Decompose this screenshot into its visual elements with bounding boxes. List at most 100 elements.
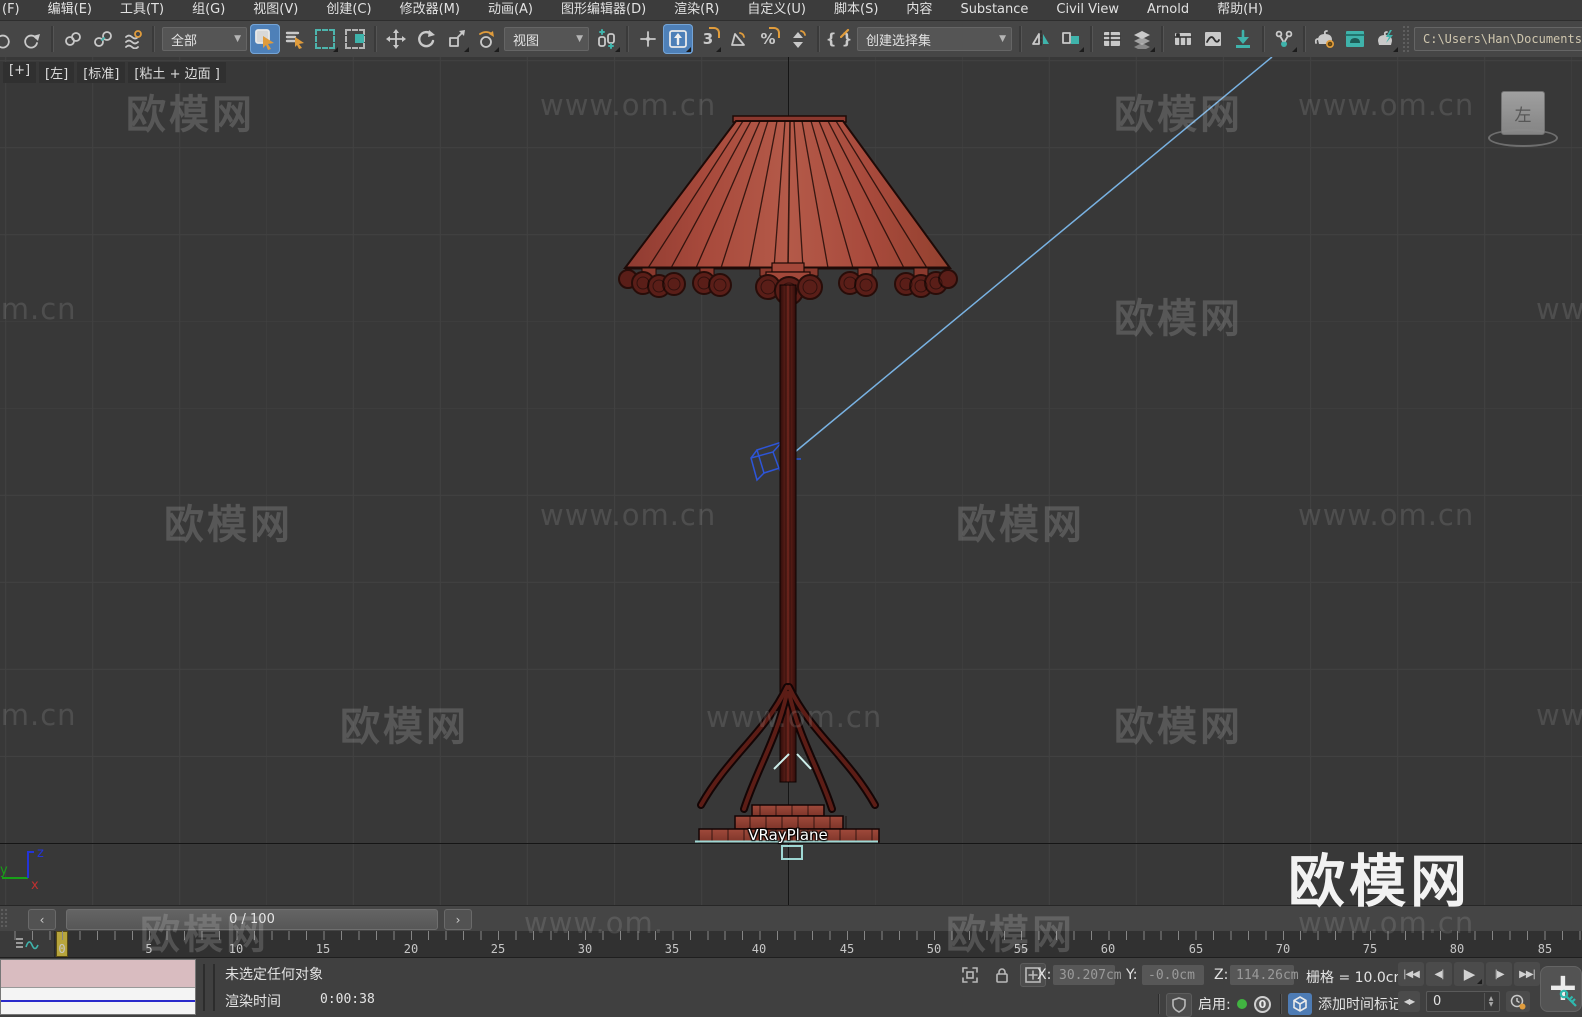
time-slider[interactable]: 0 / 100 bbox=[66, 909, 438, 930]
menu-item[interactable]: 工具(T) bbox=[106, 0, 178, 20]
time-configuration-button[interactable] bbox=[1506, 991, 1530, 1012]
menu-item[interactable]: Substance bbox=[946, 0, 1042, 20]
menu-item[interactable]: 内容 bbox=[892, 0, 946, 20]
ruler-frame-number: 10 bbox=[228, 942, 244, 956]
select-and-rotate-button[interactable] bbox=[411, 24, 441, 54]
menu-bar: (F) 编辑(E) 工具(T) 组(G) 视图(V) 创建(C) 修改器(M) 动画(A) 图形… bbox=[0, 0, 1582, 21]
next-frame-key-button[interactable]: |▶ bbox=[1486, 962, 1512, 986]
selection-filter-dropdown[interactable]: 全部 ▼ bbox=[162, 27, 247, 51]
toolbar-grip[interactable] bbox=[1402, 25, 1409, 53]
menu-item[interactable]: (F) bbox=[0, 0, 34, 20]
shield-icon[interactable] bbox=[1166, 993, 1192, 1017]
redo-icon[interactable] bbox=[17, 24, 47, 54]
add-key-button[interactable]: + bbox=[1540, 965, 1582, 1012]
render-setup-button[interactable] bbox=[1310, 24, 1340, 54]
select-and-link-icon[interactable] bbox=[58, 24, 88, 54]
select-and-move-button[interactable] bbox=[381, 24, 411, 54]
viewport-pov-menu[interactable]: [左] bbox=[39, 62, 75, 83]
go-to-start-button[interactable]: |◀◀ bbox=[1398, 962, 1424, 986]
curve-editor-button[interactable] bbox=[1198, 24, 1228, 54]
isolate-selection-icon[interactable] bbox=[958, 964, 982, 986]
menu-item[interactable]: 帮助(H) bbox=[1203, 0, 1277, 20]
mirror-button[interactable] bbox=[1026, 24, 1056, 54]
time-tag-cube-icon[interactable] bbox=[1288, 993, 1312, 1015]
menu-item[interactable]: Arnold bbox=[1133, 0, 1203, 20]
next-frame-button[interactable]: › bbox=[444, 909, 472, 930]
menu-item[interactable]: 脚本(S) bbox=[820, 0, 892, 20]
rectangular-selection-region-button[interactable] bbox=[310, 24, 340, 54]
render-production-button[interactable] bbox=[1370, 24, 1400, 54]
menu-item[interactable]: 修改器(M) bbox=[386, 0, 474, 20]
align-button[interactable] bbox=[1056, 24, 1086, 54]
listener-macro-pane[interactable] bbox=[1, 960, 195, 988]
y-coordinate-field[interactable]: -0.0cm bbox=[1142, 965, 1204, 985]
toolbar-grip[interactable] bbox=[0, 908, 8, 929]
listener-script-pane[interactable] bbox=[1, 988, 195, 1014]
world-axis-tripod: y z x bbox=[0, 847, 44, 893]
svg-text:x: x bbox=[31, 878, 39, 893]
key-mode-toggle-button[interactable]: ◀▶ bbox=[1398, 991, 1420, 1012]
track-bar[interactable]: 0 5 10 15 20 25 30 35 40 45 50 55 60 65 70 75 80 85 bbox=[0, 931, 1582, 958]
menu-item[interactable]: 组(G) bbox=[178, 0, 239, 20]
frame-spinner[interactable]: ▲ ▼ bbox=[1484, 993, 1497, 1010]
viewport-general-menu[interactable]: [+] bbox=[3, 62, 37, 83]
toolbar-separator bbox=[626, 26, 629, 52]
select-and-scale-button[interactable] bbox=[441, 24, 471, 54]
rendered-frame-window-button[interactable] bbox=[1340, 24, 1370, 54]
ruler-frame-number: 70 bbox=[1275, 942, 1291, 956]
menu-item[interactable]: 动画(A) bbox=[474, 0, 547, 20]
menu-item[interactable]: 自定义(U) bbox=[733, 0, 820, 20]
viewport-standard-menu[interactable]: [标准] bbox=[77, 62, 126, 83]
edit-named-selection-sets-button[interactable]: { } bbox=[824, 24, 854, 54]
toggle-ribbon-button[interactable] bbox=[1168, 24, 1198, 54]
z-coordinate-field[interactable]: 114.26cm bbox=[1230, 965, 1299, 985]
percent-snap-toggle-button[interactable]: % bbox=[753, 24, 783, 54]
menu-item[interactable]: 视图(V) bbox=[239, 0, 312, 20]
timeline-ruler[interactable]: 0 5 10 15 20 25 30 35 40 45 50 55 60 65 70 75 80 85 bbox=[0, 931, 1582, 957]
menu-item[interactable]: 图形编辑器(D) bbox=[547, 0, 660, 20]
ruler-frame-number: 30 bbox=[577, 942, 593, 956]
window-crossing-toggle-button[interactable] bbox=[340, 24, 370, 54]
selection-lock-icon[interactable] bbox=[990, 964, 1014, 986]
toggle-layer-explorer-button[interactable] bbox=[1127, 24, 1157, 54]
angle-snap-toggle-button[interactable] bbox=[723, 24, 753, 54]
reference-coordinate-system-dropdown[interactable]: 视图 ▼ bbox=[504, 27, 589, 51]
bind-to-space-warp-icon[interactable] bbox=[118, 24, 148, 54]
menu-item[interactable]: 编辑(E) bbox=[34, 0, 106, 20]
zero-badge[interactable]: 0 bbox=[1254, 996, 1271, 1013]
lamp-model[interactable] bbox=[0, 57, 1582, 905]
select-and-place-button[interactable] bbox=[471, 24, 501, 54]
current-frame-field[interactable]: 0 ▲ ▼ bbox=[1426, 991, 1500, 1012]
viewport-shading-menu[interactable]: [粘土 + 边面 ] bbox=[128, 62, 226, 83]
ruler-frame-number: 55 bbox=[1013, 942, 1029, 956]
angle-snap-3d-button[interactable]: 3 bbox=[693, 24, 723, 54]
vray-plane-gizmo[interactable] bbox=[781, 845, 803, 860]
go-to-end-button[interactable]: ▶▶| bbox=[1514, 962, 1540, 986]
toolbar-separator bbox=[374, 26, 377, 52]
play-button[interactable]: ▶ bbox=[1454, 962, 1484, 986]
snaps-toggle-button[interactable] bbox=[663, 24, 693, 54]
x-coordinate-field[interactable]: 30.207cm bbox=[1053, 965, 1122, 985]
viewcube[interactable]: 左 bbox=[1488, 89, 1558, 149]
named-selection-sets-dropdown[interactable]: 创建选择集 ▼ bbox=[857, 27, 1012, 51]
maxscript-mini-listener[interactable] bbox=[0, 959, 196, 1015]
spinner-snap-toggle-button[interactable] bbox=[783, 24, 813, 54]
select-by-name-button[interactable] bbox=[280, 24, 310, 54]
select-object-button[interactable] bbox=[250, 24, 280, 54]
snap-move-icon[interactable] bbox=[633, 24, 663, 54]
unlink-selection-icon[interactable] bbox=[88, 24, 118, 54]
toggle-scene-explorer-button[interactable] bbox=[1097, 24, 1127, 54]
menu-item[interactable]: Civil View bbox=[1042, 0, 1133, 20]
project-folder-dropdown[interactable]: C:\Users\Han\Documents\3ds Max 2022▼ bbox=[1414, 27, 1582, 51]
menu-item[interactable]: 渲染(R) bbox=[660, 0, 733, 20]
render-to-texture-button[interactable] bbox=[1228, 24, 1258, 54]
schematic-view-button[interactable] bbox=[1269, 24, 1299, 54]
use-pivot-point-center-button[interactable] bbox=[592, 24, 622, 54]
add-time-tag[interactable]: 添加时间标记 bbox=[1318, 994, 1402, 1014]
previous-frame-key-button[interactable]: ◀| bbox=[1426, 962, 1452, 986]
menu-item[interactable]: 创建(C) bbox=[312, 0, 385, 20]
previous-frame-button[interactable]: ‹ bbox=[28, 909, 56, 930]
viewcube-face[interactable]: 左 bbox=[1501, 91, 1545, 135]
undo-icon[interactable] bbox=[0, 24, 17, 54]
viewport-left[interactable]: [+] [左] [标准] [粘土 + 边面 ] 左 VRayPlane y z … bbox=[0, 57, 1582, 905]
